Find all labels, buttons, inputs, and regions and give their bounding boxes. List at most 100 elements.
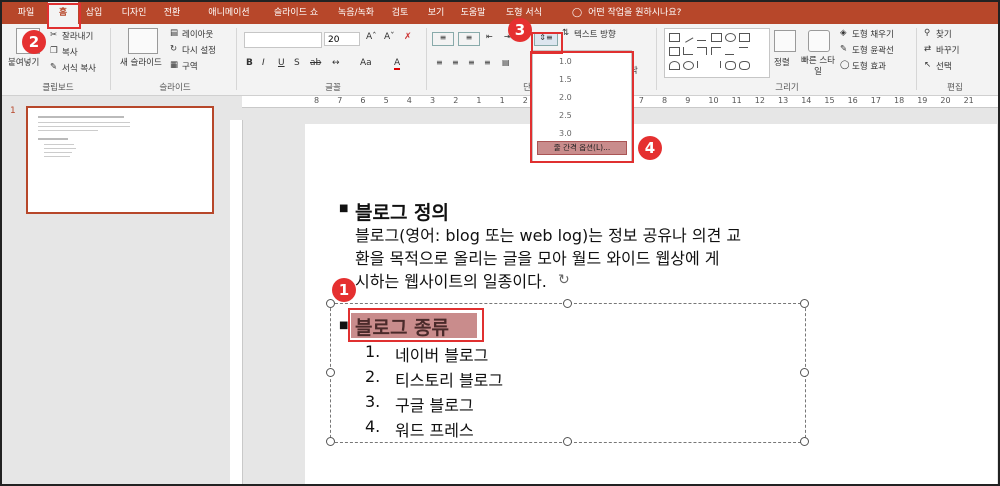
tab-help[interactable]: 도움말 <box>456 2 490 24</box>
format-painter-button[interactable]: 서식 복사 <box>62 62 96 74</box>
slide-canvas[interactable]: ■ 블로그 정의 블로그(영어: blog 또는 web log)는 정보 공유… <box>305 124 997 484</box>
find-button[interactable]: 찾기 <box>936 28 952 40</box>
curve-shape-icon[interactable] <box>669 61 680 70</box>
brush-icon: ✎ <box>50 62 58 72</box>
cut-button[interactable]: 잘라내기 <box>62 30 93 42</box>
replace-icon: ⇄ <box>924 44 932 54</box>
line-shape-icon[interactable] <box>681 31 694 43</box>
align-right-icon[interactable]: ≡ <box>468 58 475 67</box>
shadow-icon[interactable]: S <box>294 58 300 68</box>
list-number: 4. <box>365 417 381 436</box>
select-icon: ↖ <box>924 60 932 70</box>
replace-button[interactable]: 바꾸기 <box>936 44 959 56</box>
thumb-line <box>44 156 70 157</box>
paste-button[interactable]: 붙여넣기 <box>8 56 39 68</box>
freeform-shape-icon[interactable] <box>697 61 707 68</box>
star-shape-icon[interactable] <box>739 61 750 70</box>
rect-row2-shape-icon[interactable] <box>669 47 680 56</box>
char-spacing-icon[interactable]: ↔ <box>332 58 340 68</box>
rect-small-shape-icon[interactable] <box>739 33 750 42</box>
list-item: 워드 프레스 <box>395 421 474 440</box>
justify-icon[interactable]: ≡ <box>484 58 491 67</box>
align-center-icon[interactable]: ≡ <box>452 58 459 67</box>
tab-view[interactable]: 보기 <box>424 2 448 24</box>
slide-thumbnail[interactable] <box>26 106 214 214</box>
resize-handle[interactable] <box>563 437 572 446</box>
shapes-gallery[interactable] <box>664 28 770 78</box>
underline-icon[interactable]: U <box>278 58 285 68</box>
quick-styles-button[interactable]: 빠른 스타일 <box>798 56 838 78</box>
tab-file[interactable]: 파일 <box>10 2 42 24</box>
arrow-shape-icon[interactable] <box>697 33 706 41</box>
select-button[interactable]: 선택 <box>936 60 952 72</box>
oval-shape-icon[interactable] <box>725 33 736 42</box>
paint-bucket-icon: ◈ <box>840 28 847 38</box>
section-button[interactable]: 구역 <box>182 60 198 72</box>
decrease-indent-icon[interactable]: ⇤ <box>486 32 493 41</box>
rotate-handle-icon[interactable]: ↻ <box>558 272 570 288</box>
triangle-shape-icon[interactable] <box>683 47 693 55</box>
font-size-select[interactable]: 20 <box>324 32 360 46</box>
bullets-icon[interactable]: ≡ <box>432 32 454 46</box>
clear-format-icon[interactable]: ✗ <box>404 32 412 42</box>
strikethrough-icon[interactable]: ab <box>310 58 321 68</box>
ruler-tick-label: 9 <box>685 96 691 105</box>
ruler-tick-label: 15 <box>824 96 835 105</box>
layout-button[interactable]: 레이아웃 <box>182 28 213 40</box>
down-arrow-shape-icon[interactable] <box>739 47 748 55</box>
tab-review[interactable]: 검토 <box>388 2 412 24</box>
resize-handle[interactable] <box>326 299 335 308</box>
textbox-shape-icon[interactable] <box>669 33 680 42</box>
ruler-tick-label: 16 <box>847 96 858 105</box>
arc-shape-icon[interactable] <box>683 61 694 70</box>
quick-styles-icon[interactable] <box>808 30 830 52</box>
arrange-button[interactable]: 정렬 <box>774 56 790 68</box>
grow-font-icon[interactable]: Aˆ <box>366 32 377 42</box>
tab-insert[interactable]: 삽입 <box>82 2 106 24</box>
text-direction-button[interactable]: 텍스트 방향 <box>574 28 616 40</box>
font-color-icon[interactable]: A <box>394 58 401 70</box>
tab-animations[interactable]: 애니메이션 <box>200 2 258 24</box>
ruler-tick-label: 7 <box>337 96 343 105</box>
shape-effects-button[interactable]: 도형 효과 <box>852 60 886 72</box>
new-slide-icon[interactable] <box>128 28 158 54</box>
copy-button[interactable]: 복사 <box>62 46 78 58</box>
resize-handle[interactable] <box>326 437 335 446</box>
step-badge-3: 3 <box>508 18 532 42</box>
shrink-font-icon[interactable]: Aˇ <box>384 32 395 42</box>
font-name-select[interactable] <box>244 32 322 48</box>
tab-slideshow[interactable]: 슬라이드 쇼 <box>266 2 326 24</box>
clipboard-group-label: 클립보드 <box>42 83 74 93</box>
rectangle-shape-icon[interactable] <box>711 33 722 42</box>
right-arrow-shape-icon[interactable] <box>725 47 734 55</box>
tab-transitions[interactable]: 전환 <box>160 2 184 24</box>
scribble-shape-icon[interactable] <box>711 61 721 68</box>
resize-handle[interactable] <box>563 299 572 308</box>
italic-icon[interactable]: I <box>262 58 265 68</box>
resize-handle[interactable] <box>800 437 809 446</box>
tab-record[interactable]: 녹음/녹화 <box>332 2 380 24</box>
arrange-icon[interactable] <box>774 30 796 52</box>
tell-me-box[interactable]: ◯ 어떤 작업을 원하시나요? <box>572 2 681 24</box>
numbering-icon[interactable]: ≡ <box>458 32 480 46</box>
columns-icon[interactable]: ▤ <box>502 58 510 67</box>
l-connector-shape-icon[interactable] <box>697 47 707 55</box>
new-slide-button[interactable]: 새 슬라이드 <box>120 56 162 68</box>
elbow-shape-icon[interactable] <box>711 47 721 55</box>
thumb-line <box>44 148 76 149</box>
shape-outline-button[interactable]: 도형 윤곽선 <box>852 44 894 56</box>
bold-icon[interactable]: B <box>246 58 253 68</box>
tab-design[interactable]: 디자인 <box>116 2 152 24</box>
ruler-tick-label: 1 <box>499 96 505 105</box>
reset-button[interactable]: 다시 설정 <box>182 44 216 56</box>
align-left-icon[interactable]: ≡ <box>436 58 443 67</box>
brace-shape-icon[interactable] <box>725 61 736 70</box>
resize-handle[interactable] <box>800 368 809 377</box>
ruler-tick-label: 1 <box>476 96 482 105</box>
vertical-ruler <box>230 120 243 484</box>
shape-fill-button[interactable]: 도형 채우기 <box>852 28 894 40</box>
annotation-box-dropdown <box>530 51 634 163</box>
resize-handle[interactable] <box>800 299 809 308</box>
resize-handle[interactable] <box>326 368 335 377</box>
change-case-icon[interactable]: Aa <box>360 58 372 68</box>
